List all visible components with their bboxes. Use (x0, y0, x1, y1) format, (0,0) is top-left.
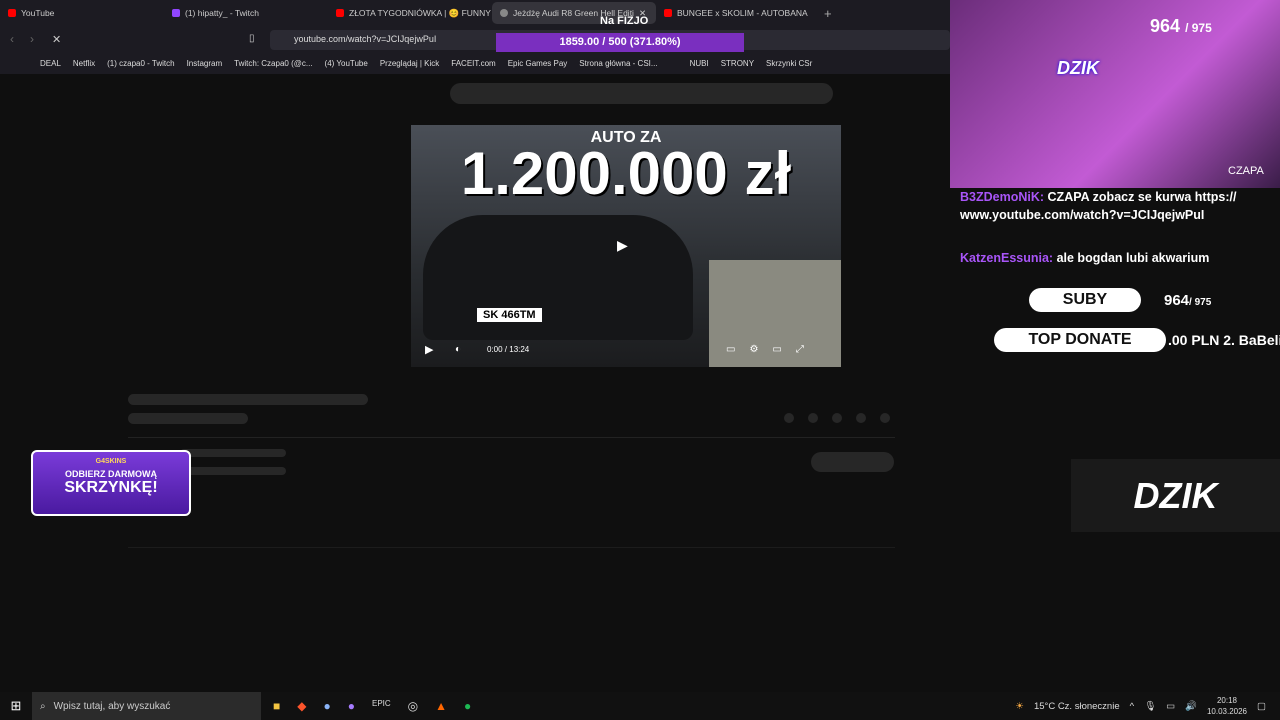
twitch-icon (172, 9, 180, 17)
goal-title: Na FIZJO (600, 15, 649, 27)
thumbnail-headline: 1.200.000 zł (460, 140, 792, 207)
bookmark[interactable]: Skrzynki CSr (766, 59, 812, 68)
streamer-name: CZAPA (1228, 165, 1264, 177)
clock[interactable]: 20:18 10.03.2026 (1207, 695, 1247, 717)
back-icon[interactable]: ‹ (10, 32, 14, 46)
spotify-icon[interactable]: ● (464, 699, 471, 713)
youtube-icon (8, 9, 16, 17)
bookmark[interactable]: FACEIT.com (451, 59, 495, 68)
bookmark-icon[interactable]: ▯ (249, 33, 255, 44)
loading-icon (500, 9, 508, 17)
weather-text[interactable]: 15°C Cz. słonecznie (1034, 701, 1120, 712)
epic-icon[interactable]: EPIC (372, 699, 391, 713)
video-player[interactable]: AUTO ZA 1.200.000 zł SK 466TM ▶ ▶ ◐ 0:00… (411, 125, 841, 367)
weather-icon[interactable]: ☀ (1015, 701, 1024, 712)
url-text: youtube.com/watch?v=JCIJqejwPuI (294, 34, 437, 44)
bookmark[interactable]: Strona główna - CSI... (579, 59, 657, 68)
app-icon[interactable]: ◎ (408, 699, 418, 713)
network-icon[interactable]: ▭ (1166, 701, 1175, 712)
bookmarks-bar: DEAL Netflix (1) czapa0 - Twitch Instagr… (0, 52, 950, 74)
video-time: 0:00 / 13:24 (487, 345, 530, 354)
bookmark[interactable]: DEAL (40, 59, 61, 68)
divider (128, 547, 895, 548)
file-explorer-icon[interactable]: ■ (273, 699, 280, 713)
donation-goal-bar: 1859.00 / 500 (371.80%) (496, 33, 744, 52)
promo-banner[interactable]: G4SKINS ODBIERZ DARMOWĄ SKRZYNKĘ! (31, 450, 191, 516)
system-tray: ☀ 15°C Cz. słonecznie ^ 🎙 ▭ 🔊 20:18 10.03… (1015, 695, 1280, 717)
license-plate: SK 466TM (477, 308, 542, 322)
tray-chevron-icon[interactable]: ^ (1130, 701, 1134, 712)
promo-line1: ODBIERZ DARMOWĄ (65, 469, 157, 479)
taskbar-apps: ■ ◆ ● ● EPIC ◎ ▲ ● (273, 699, 471, 713)
play-icon[interactable]: ▶ (617, 237, 628, 254)
youtube-icon (664, 9, 672, 17)
bookmark[interactable]: STRONY (721, 59, 754, 68)
new-tab-button[interactable]: + (824, 6, 832, 21)
chat-message: B3ZDemoNiK: CZAPA zobacz se kurwa https:… (960, 188, 1240, 224)
bookmark[interactable]: NUBI (690, 59, 709, 68)
sub-counter: 964/ 975 (1164, 292, 1212, 309)
taskbar: ⊞ ⌕ Wpisz tutaj, aby wyszukać ■ ◆ ● ● EPI… (0, 692, 1280, 720)
bookmark[interactable]: Przeglądaj | Kick (380, 59, 439, 68)
microphone-icon[interactable]: 🎙 (1144, 701, 1156, 712)
volume-icon[interactable]: 🔊 (1185, 701, 1197, 712)
volume-icon[interactable]: ◐ (455, 344, 461, 355)
play-button[interactable]: ▶ (425, 343, 433, 356)
promo-line2: SKRZYNKĘ! (64, 479, 158, 496)
webcam-feed: DZIK 964 / 975 CZAPA (950, 0, 1280, 188)
chat-username: KatzenEssunia: (960, 251, 1054, 265)
tab-label: YouTube (21, 8, 55, 18)
taskbar-search[interactable]: ⌕ Wpisz tutaj, aby wyszukać (32, 692, 261, 720)
channel-skeleton (180, 467, 286, 475)
steam-icon[interactable]: ● (323, 699, 330, 713)
bookmark[interactable]: Twitch: Czapa0 (@c... (234, 59, 312, 68)
tab-youtube[interactable]: YouTube (0, 2, 164, 24)
promo-brand: G4SKINS (95, 458, 127, 465)
tab-twitch[interactable]: (1) hipatty_ - Twitch (164, 2, 328, 24)
dzik-logo: DZIK (1057, 58, 1099, 78)
car-image (423, 215, 693, 340)
bookmark[interactable]: (4) YouTube (325, 59, 368, 68)
bookmark[interactable]: Netflix (73, 59, 95, 68)
stop-loading-icon[interactable]: ✕ (52, 33, 61, 46)
tab-label: (1) hipatty_ - Twitch (185, 8, 260, 18)
divider (128, 437, 895, 438)
donate-ticker: .00 PLN 2. BaBeliUt (1168, 332, 1280, 348)
title-skeleton (128, 413, 248, 424)
dzik-banner: DZIK (1071, 459, 1280, 532)
chat-message: KatzenEssunia: ale bogdan lubi akwarium (960, 249, 1209, 267)
bookmark[interactable]: Epic Games Pay (508, 59, 568, 68)
windows-start-icon[interactable]: ⊞ (0, 698, 32, 714)
youtube-icon (336, 9, 344, 17)
bookmark[interactable]: (1) czapa0 - Twitch (107, 59, 174, 68)
notifications-icon[interactable]: ▢ (1257, 701, 1266, 712)
sub-counter-top: 964 / 975 (1150, 16, 1212, 36)
tab-label: BUNGEE x SKOLIM - AUTOBANA (677, 8, 808, 18)
subscribe-skeleton (811, 452, 894, 472)
search-input-skeleton[interactable] (450, 83, 833, 104)
faceit-icon[interactable]: ▲ (435, 699, 447, 713)
forward-icon[interactable]: › (30, 32, 34, 46)
search-placeholder: Wpisz tutaj, aby wyszukać (53, 700, 171, 712)
tab-bungee[interactable]: BUNGEE x SKOLIM - AUTOBANA (656, 2, 820, 24)
tab-label: ZŁOTA TYGODNIÓWKA | 😊 FUNNY (349, 7, 491, 18)
discord-icon[interactable]: ● (348, 699, 355, 713)
player-controls-icons[interactable]: ▭⚙▭⤢ (726, 344, 818, 355)
tab-zlota[interactable]: ZŁOTA TYGODNIÓWKA | 😊 FUNNY (328, 2, 492, 24)
search-icon: ⌕ (40, 700, 46, 712)
action-skeletons (784, 413, 890, 423)
chat-username: B3ZDemoNiK: (960, 190, 1045, 204)
tab-bar: YouTube (1) hipatty_ - Twitch ZŁOTA TYGO… (0, 0, 950, 26)
title-skeleton (128, 394, 368, 405)
suby-label: SUBY (1029, 288, 1141, 312)
brave-icon[interactable]: ◆ (297, 699, 306, 713)
chat-text: ale bogdan lubi akwarium (1056, 251, 1210, 265)
channel-skeleton (180, 449, 286, 457)
top-donate-label: TOP DONATE (994, 328, 1166, 352)
bookmark[interactable]: Instagram (187, 59, 223, 68)
